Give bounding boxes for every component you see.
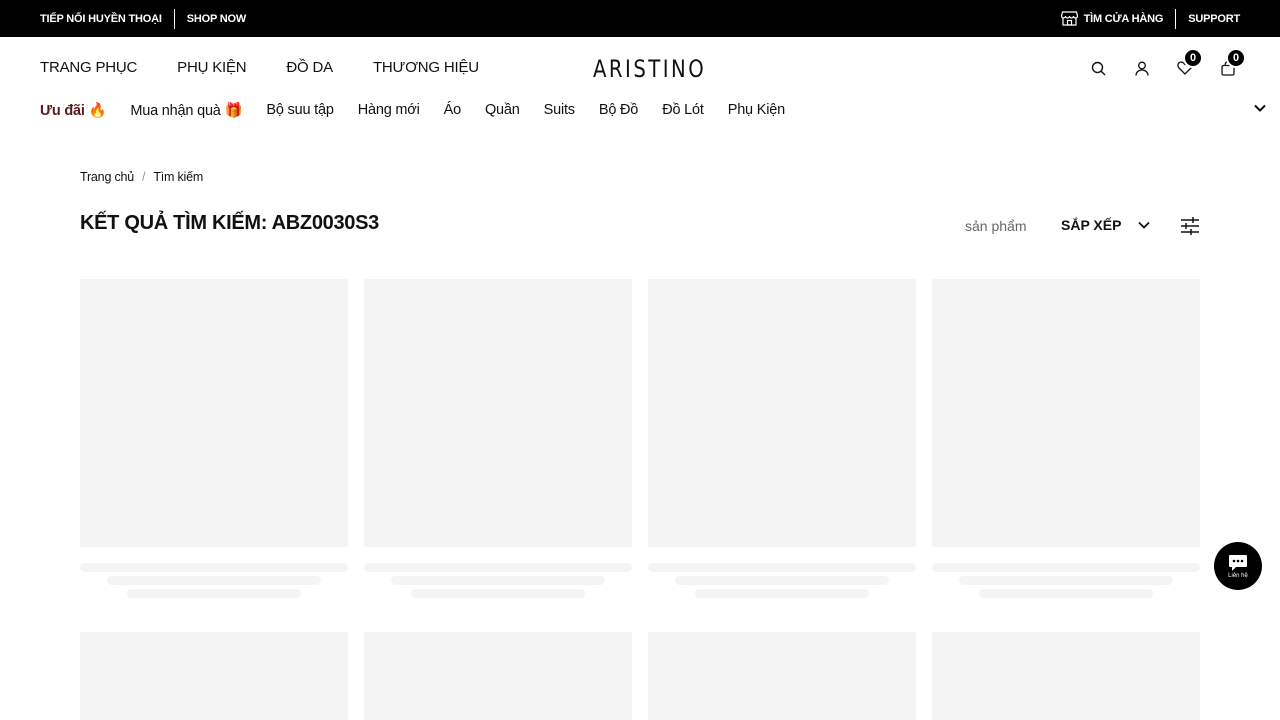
product-card-skeleton (648, 632, 916, 720)
main-nav: TRANG PHỤC PHỤ KIỆN ĐỒ DA THƯƠNG HIỆU (40, 59, 479, 76)
cart-button[interactable]: 0 (1219, 48, 1246, 78)
category-suits[interactable]: Suits (544, 102, 575, 119)
product-card-skeleton (932, 279, 1200, 598)
product-card-skeleton (648, 279, 916, 598)
image-placeholder (932, 279, 1200, 547)
header-actions: 0 0 (1090, 48, 1246, 78)
text-placeholder (648, 563, 916, 572)
text-placeholder (391, 576, 605, 585)
chevron-down-icon (1138, 221, 1151, 229)
category-do-lot[interactable]: Đồ Lót (662, 102, 704, 119)
image-placeholder (80, 279, 348, 547)
contact-chat-button[interactable]: Liên hệ (1214, 542, 1262, 590)
text-placeholder (364, 563, 632, 572)
find-store-label: TÌM CỬA HÀNG (1083, 12, 1164, 25)
breadcrumb: Trang chủ / Tìm kiếm (80, 170, 203, 184)
chat-label: Liên hệ (1228, 572, 1248, 579)
search-button[interactable] (1090, 58, 1107, 78)
text-placeholder (959, 576, 1173, 585)
sort-dropdown[interactable]: SẮP XẾP (1061, 217, 1151, 233)
product-grid (80, 279, 1200, 720)
image-placeholder (364, 279, 632, 547)
promo-text: TIẾP NỐI HUYỀN THOẠI (40, 12, 162, 25)
text-placeholder (675, 576, 889, 585)
sort-label: SẮP XẾP (1061, 217, 1122, 233)
user-icon (1134, 61, 1149, 76)
category-quan[interactable]: Quần (485, 102, 520, 119)
chevron-down-icon[interactable] (1253, 101, 1267, 115)
support-link[interactable]: SUPPORT (1188, 13, 1240, 25)
text-placeholder (695, 589, 869, 598)
product-count-label: sản phẩm (965, 218, 1027, 234)
nav-item-trang-phuc[interactable]: TRANG PHỤC (40, 59, 137, 76)
wishlist-button[interactable]: 0 (1176, 48, 1203, 78)
text-placeholder (107, 576, 321, 585)
category-uu-dai[interactable]: Ưu đãi 🔥 (40, 102, 107, 119)
category-nav: Ưu đãi 🔥 Mua nhận quà 🎁 Bộ suu tập Hàng … (40, 102, 785, 119)
image-placeholder (648, 279, 916, 547)
account-button[interactable] (1133, 58, 1150, 78)
category-mua-nhan-qua[interactable]: Mua nhận quà 🎁 (130, 102, 242, 119)
search-icon (1091, 61, 1106, 75)
breadcrumb-separator: / (142, 170, 146, 184)
chat-icon (1229, 554, 1247, 571)
text-placeholder (80, 563, 348, 572)
text-placeholder (932, 563, 1200, 572)
breadcrumb-home[interactable]: Trang chủ (80, 170, 134, 184)
product-card-skeleton (80, 279, 348, 598)
category-hang-moi[interactable]: Hàng mới (358, 102, 420, 119)
divider (173, 8, 175, 29)
store-icon (1060, 11, 1078, 26)
text-placeholder (411, 589, 585, 598)
image-placeholder (364, 632, 632, 720)
category-ao[interactable]: Áo (444, 102, 462, 119)
find-store-link[interactable]: TÌM CỬA HÀNG (1060, 11, 1164, 26)
wishlist-count-badge: 0 (1183, 48, 1203, 68)
page-title: KẾT QUẢ TÌM KIẾM: ABZ0030S3 (80, 212, 379, 234)
nav-item-thuong-hieu[interactable]: THƯƠNG HIỆU (373, 59, 479, 76)
text-placeholder (979, 589, 1153, 598)
nav-item-phu-kien[interactable]: PHỤ KIỆN (177, 59, 246, 76)
category-bo-suu-tap[interactable]: Bộ suu tập (266, 102, 334, 119)
brand-logo[interactable]: ARISTINO (593, 55, 706, 83)
cart-count-badge: 0 (1226, 48, 1246, 68)
divider (1175, 8, 1177, 29)
shop-now-link[interactable]: SHOP NOW (187, 13, 247, 25)
product-card-skeleton (80, 632, 348, 720)
image-placeholder (932, 632, 1200, 720)
top-announcement-bar: TIẾP NỐI HUYỀN THOẠI SHOP NOW TÌM CỬA HÀ… (0, 0, 1280, 37)
product-card-skeleton (364, 279, 632, 598)
sliders-icon[interactable] (1180, 216, 1200, 236)
nav-item-do-da[interactable]: ĐỒ DA (286, 59, 333, 76)
text-placeholder (127, 589, 301, 598)
category-phu-kien[interactable]: Phụ Kiện (728, 102, 785, 119)
product-card-skeleton (364, 632, 632, 720)
breadcrumb-current: Tìm kiếm (153, 170, 204, 184)
category-bo-do[interactable]: Bộ Đồ (599, 102, 639, 119)
product-card-skeleton (932, 632, 1200, 720)
image-placeholder (80, 632, 348, 720)
image-placeholder (648, 632, 916, 720)
